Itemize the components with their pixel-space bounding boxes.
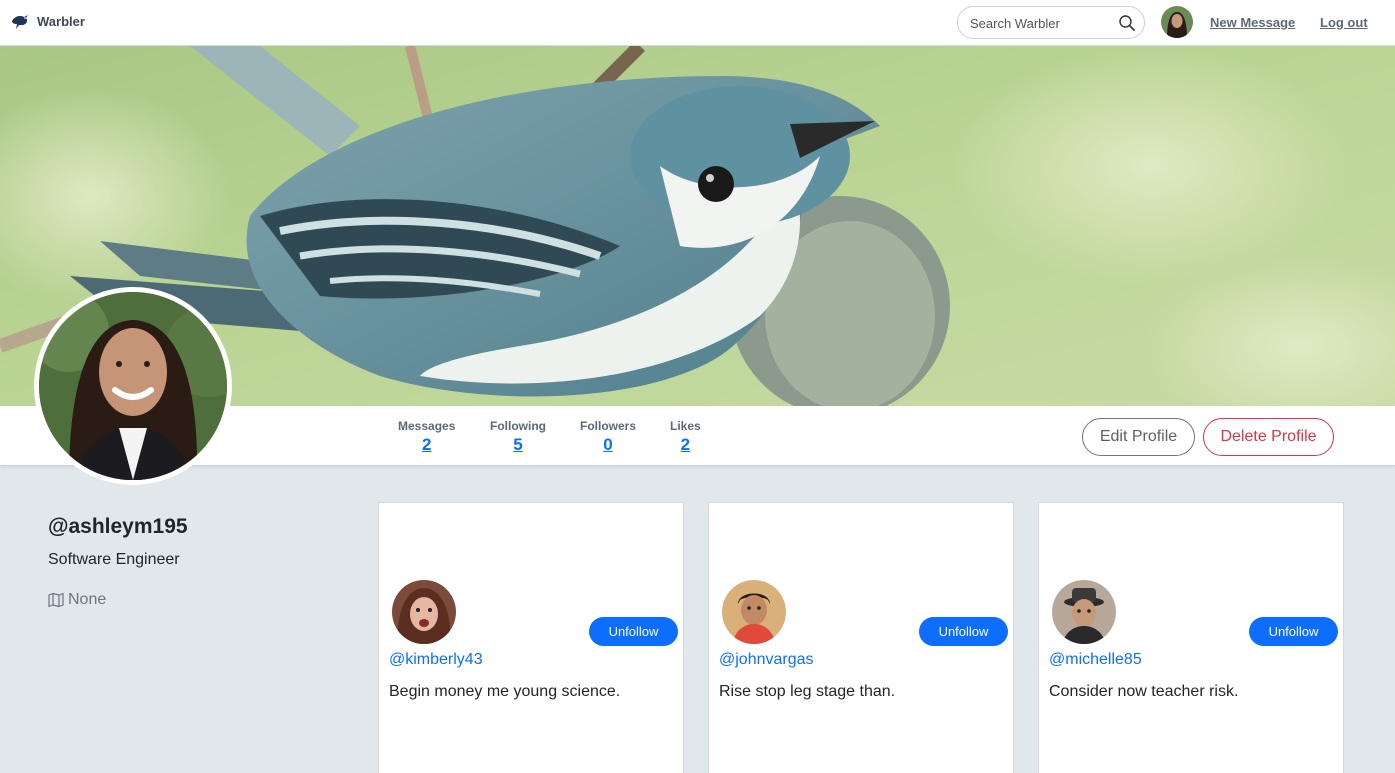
user-avatar[interactable] [722,580,786,644]
edit-profile-button[interactable]: Edit Profile [1082,418,1195,456]
profile-bio: Software Engineer [48,551,180,568]
stat-label: Followers [580,419,637,433]
warbler-logo-icon [12,15,28,29]
stat-label: Messages [398,419,456,433]
brand-link[interactable]: Warbler [11,12,85,30]
search-icon[interactable] [1118,14,1136,32]
user-avatar[interactable] [392,580,456,644]
stat-label: Following [490,419,546,433]
following-card: Unfollow @michelle85 Consider now teache… [1038,502,1344,773]
map-icon [48,592,64,608]
card-bio: Consider now teacher risk. [1049,683,1239,700]
stat-likes[interactable]: Likes 2 [670,419,701,455]
profile-avatar [34,287,232,485]
card-username-link[interactable]: @johnvargas [719,651,814,669]
stat-following[interactable]: Following 5 [490,419,546,455]
new-message-link[interactable]: New Message [1210,15,1295,30]
stat-label: Likes [670,419,701,433]
navbar: Warbler New Message Log out [0,0,1395,46]
unfollow-button[interactable]: Unfollow [919,617,1008,646]
unfollow-button[interactable]: Unfollow [1249,617,1338,646]
card-username-link[interactable]: @kimberly43 [389,651,483,669]
delete-profile-button[interactable]: Delete Profile [1203,418,1334,456]
card-username-link[interactable]: @michelle85 [1049,651,1142,669]
stat-value[interactable]: 2 [670,435,701,455]
stat-messages[interactable]: Messages 2 [398,419,455,455]
brand-text: Warbler [37,13,85,29]
stat-value[interactable]: 0 [580,435,636,455]
profile-location: None [48,591,106,609]
card-bio: Begin money me young science. [389,683,621,700]
profile-username: @ashleym195 [48,515,188,538]
unfollow-button[interactable]: Unfollow [589,617,678,646]
user-avatar[interactable] [1052,580,1116,644]
stat-followers[interactable]: Followers 0 [580,419,636,455]
stat-value[interactable]: 5 [490,435,546,455]
following-card: Unfollow @kimberly43 Begin money me youn… [378,502,684,773]
logout-link[interactable]: Log out [1320,15,1368,30]
following-card: Unfollow @johnvargas Rise stop leg stage… [708,502,1014,773]
stat-value[interactable]: 2 [398,435,455,455]
card-bio: Rise stop leg stage than. [719,683,896,700]
search-box [957,6,1145,39]
search-input[interactable] [970,14,1120,32]
nav-user-avatar[interactable] [1161,6,1193,38]
location-text: None [68,591,107,608]
